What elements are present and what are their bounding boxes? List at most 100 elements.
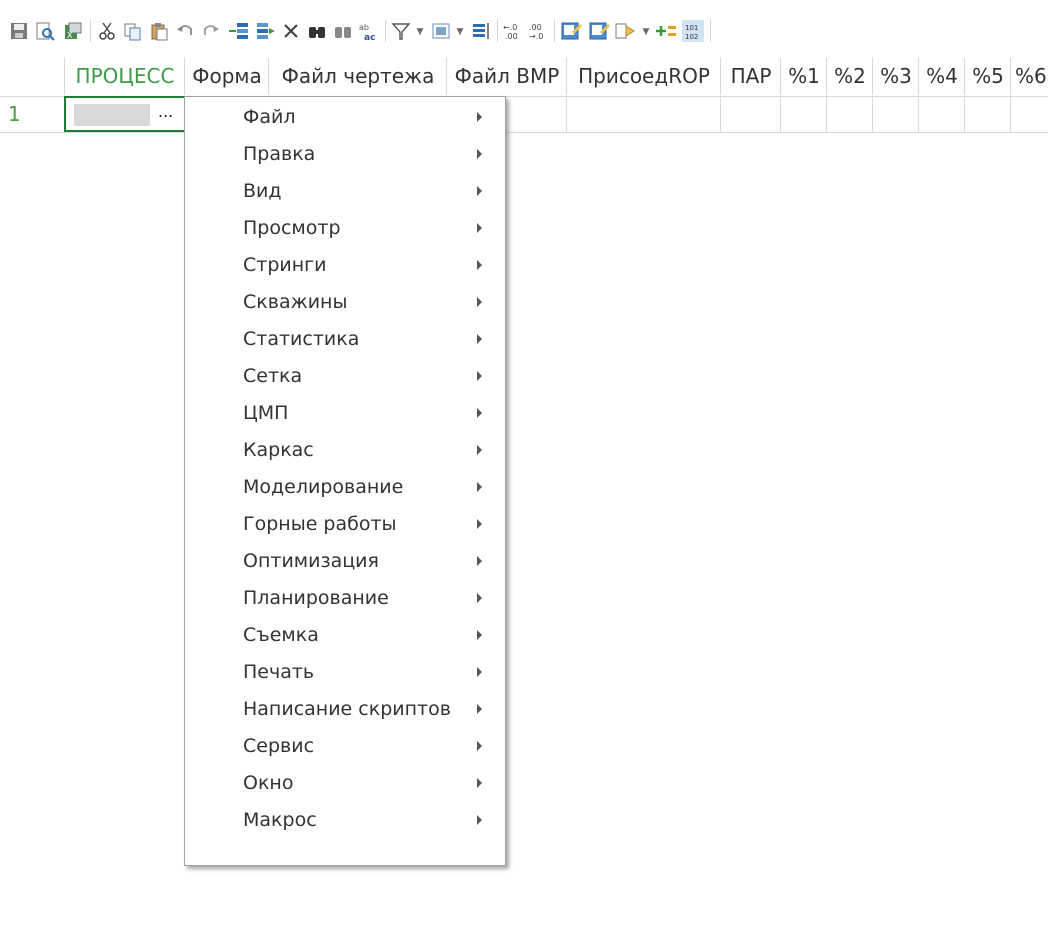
filter-icon[interactable] xyxy=(390,20,412,42)
copy-icon[interactable] xyxy=(122,20,144,42)
table-cell[interactable] xyxy=(720,96,781,132)
column-header-pct2[interactable]: %2 xyxy=(826,58,873,95)
menu-item-preview[interactable]: Просмотр xyxy=(185,210,503,245)
print-preview-icon[interactable] xyxy=(34,20,56,42)
table-cell[interactable] xyxy=(1010,96,1048,132)
submenu-arrow-icon xyxy=(477,370,482,381)
column-header-bmp-file[interactable]: Файл BMP xyxy=(446,58,567,95)
menu-item-modelling[interactable]: Моделирование xyxy=(185,469,503,504)
menu-item-wireframe[interactable]: Каркас xyxy=(185,432,503,467)
menu-item-wells[interactable]: Скважины xyxy=(185,284,503,319)
run-macro-icon[interactable] xyxy=(614,20,636,42)
save-icon[interactable] xyxy=(8,20,30,42)
menu-item-mining[interactable]: Горные работы xyxy=(185,506,503,541)
insert-row-icon[interactable] xyxy=(228,20,250,42)
edit-script-icon[interactable] xyxy=(588,20,610,42)
replace-abc-icon[interactable]: ab ac xyxy=(358,20,380,42)
table-cell[interactable] xyxy=(566,96,721,132)
redo-icon[interactable] xyxy=(200,20,222,42)
binary-icon[interactable]: 101 102 xyxy=(682,20,704,42)
submenu-arrow-icon xyxy=(477,259,482,270)
column-header-pct6[interactable]: %6 xyxy=(1010,58,1048,95)
menu-item-print[interactable]: Печать xyxy=(185,654,503,689)
menu-item-window[interactable]: Окно xyxy=(185,765,503,800)
menu-item-planning[interactable]: Планирование xyxy=(185,580,503,615)
svg-text:→.0: →.0 xyxy=(529,32,543,41)
columns-icon[interactable] xyxy=(430,20,452,42)
filter-dropdown-icon[interactable]: ▼ xyxy=(414,26,426,38)
menu-item-survey[interactable]: Съемка xyxy=(185,617,503,652)
menu-item-file[interactable]: Файл xyxy=(185,99,503,134)
svg-text:102: 102 xyxy=(685,33,698,41)
submenu-arrow-icon xyxy=(477,407,482,418)
menu-item-label: Планирование xyxy=(243,586,389,609)
columns-dropdown-icon[interactable]: ▼ xyxy=(454,26,466,38)
svg-text:.00: .00 xyxy=(529,23,542,32)
submenu-arrow-icon xyxy=(477,703,482,714)
column-header-pct1[interactable]: %1 xyxy=(780,58,827,95)
svg-text:.00: .00 xyxy=(505,32,518,41)
grid-header: ПРОЦЕСС Форма Файл чертежа Файл BMP Прис… xyxy=(0,52,1048,97)
submenu-arrow-icon xyxy=(477,629,482,640)
add-field-icon[interactable] xyxy=(656,20,678,42)
delete-icon[interactable] xyxy=(280,20,302,42)
table-cell[interactable] xyxy=(964,96,1011,132)
menu-item-label: Стринги xyxy=(243,253,327,276)
cell-ellipsis-button[interactable]: ... xyxy=(158,102,173,121)
append-row-icon[interactable] xyxy=(254,20,276,42)
find-replace-icon[interactable] xyxy=(332,20,354,42)
svg-text:101: 101 xyxy=(685,24,698,32)
increase-decimal-icon[interactable]: ←.0.00 xyxy=(502,20,524,42)
menu-item-statistics[interactable]: Статистика xyxy=(185,321,503,356)
table-cell[interactable] xyxy=(918,96,965,132)
svg-text:X: X xyxy=(67,31,73,40)
column-header-pct4[interactable]: %4 xyxy=(918,58,965,95)
menu-item-label: Печать xyxy=(243,660,315,683)
table-cell[interactable] xyxy=(826,96,873,132)
menu-item-macro[interactable]: Макрос xyxy=(185,802,503,837)
menu-item-label: Сетка xyxy=(243,364,303,387)
menu-item-label: Макрос xyxy=(243,808,317,831)
menu-item-scripting[interactable]: Написание скриптов xyxy=(185,691,503,726)
column-header-process[interactable]: ПРОЦЕСС xyxy=(64,58,185,95)
menu-item-grid[interactable]: Сетка xyxy=(185,358,503,393)
column-header-pct3[interactable]: %3 xyxy=(872,58,919,95)
column-header-rop[interactable]: ПрисоедROP xyxy=(566,58,721,95)
submenu-arrow-icon xyxy=(477,518,482,529)
find-icon[interactable] xyxy=(306,20,328,42)
paste-icon[interactable] xyxy=(148,20,170,42)
menu-item-label: Сервис xyxy=(243,734,315,757)
menu-item-label: Горные работы xyxy=(243,512,397,535)
undo-icon[interactable] xyxy=(174,20,196,42)
menu-item-label: Оптимизация xyxy=(243,549,379,572)
menu-item-label: Скважины xyxy=(243,290,348,313)
menu-item-service[interactable]: Сервис xyxy=(185,728,503,763)
svg-text:←.0: ←.0 xyxy=(503,23,517,32)
sort-icon[interactable] xyxy=(470,20,492,42)
menu-item-dtm[interactable]: ЦМП xyxy=(185,395,503,430)
table-cell[interactable] xyxy=(872,96,919,132)
menu-item-optimization[interactable]: Оптимизация xyxy=(185,543,503,578)
svg-text:ab: ab xyxy=(359,23,369,32)
submenu-arrow-icon xyxy=(477,666,482,677)
column-header-par[interactable]: ПАР xyxy=(720,58,781,95)
decrease-decimal-icon[interactable]: .00 →.0 xyxy=(528,20,550,42)
row-number[interactable]: 1 xyxy=(0,96,64,132)
edit-sheet-icon[interactable] xyxy=(560,20,582,42)
menu-item-label: Статистика xyxy=(243,327,360,350)
menu-item-strings[interactable]: Стринги xyxy=(185,247,503,282)
active-cell-process[interactable]: ... xyxy=(64,96,186,132)
submenu-arrow-icon xyxy=(477,333,482,344)
column-header-pct5[interactable]: %5 xyxy=(964,58,1011,95)
menu-item-view[interactable]: Вид xyxy=(185,173,503,208)
menu-item-label: Просмотр xyxy=(243,216,341,239)
submenu-arrow-icon xyxy=(477,185,482,196)
column-header-drawing-file[interactable]: Файл чертежа xyxy=(268,58,447,95)
context-menu: Файл Правка Вид Просмотр Стринги Скважин… xyxy=(184,96,506,866)
macro-dropdown-icon[interactable]: ▼ xyxy=(640,26,652,38)
cut-icon[interactable] xyxy=(96,20,118,42)
table-cell[interactable] xyxy=(780,96,827,132)
menu-item-edit[interactable]: Правка xyxy=(185,136,503,171)
column-header-form[interactable]: Форма xyxy=(184,58,269,95)
export-excel-icon[interactable]: X xyxy=(62,20,84,42)
